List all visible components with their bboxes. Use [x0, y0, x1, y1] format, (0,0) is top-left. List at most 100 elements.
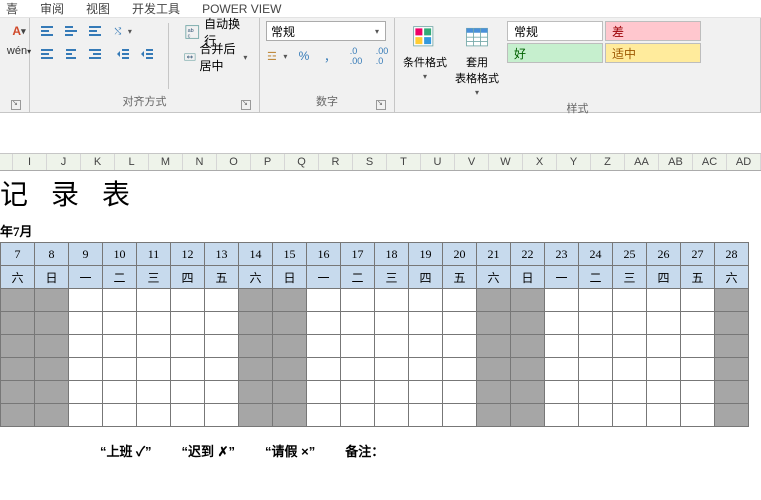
attendance-cell[interactable] [205, 404, 239, 427]
attendance-cell[interactable] [137, 312, 171, 335]
attendance-cell[interactable] [545, 404, 579, 427]
column-header[interactable]: Q [285, 154, 319, 170]
attendance-cell[interactable] [307, 381, 341, 404]
attendance-cell[interactable] [273, 381, 307, 404]
attendance-cell[interactable] [307, 358, 341, 381]
attendance-cell[interactable] [613, 404, 647, 427]
attendance-cell[interactable] [647, 312, 681, 335]
attendance-cell[interactable] [647, 335, 681, 358]
attendance-cell[interactable] [103, 312, 137, 335]
attendance-cell[interactable] [681, 335, 715, 358]
attendance-cell[interactable] [375, 335, 409, 358]
attendance-cell[interactable] [545, 289, 579, 312]
column-header[interactable]: P [251, 154, 285, 170]
attendance-cell[interactable] [341, 358, 375, 381]
attendance-cell[interactable] [647, 404, 681, 427]
attendance-cell[interactable] [239, 289, 273, 312]
attendance-cell[interactable] [579, 381, 613, 404]
attendance-cell[interactable] [69, 335, 103, 358]
attendance-cell[interactable] [409, 312, 443, 335]
format-as-table-button[interactable]: 套用 表格格式▾ [453, 21, 501, 98]
attendance-cell[interactable] [477, 335, 511, 358]
column-header[interactable]: Z [591, 154, 625, 170]
attendance-cell[interactable] [681, 381, 715, 404]
attendance-cell[interactable] [171, 358, 205, 381]
font-color-button[interactable]: A▾ [6, 21, 32, 41]
attendance-cell[interactable] [273, 358, 307, 381]
menu-item[interactable]: POWER VIEW [202, 2, 281, 16]
dialog-launcher[interactable] [241, 100, 251, 110]
cell-style-neutral[interactable]: 适中 [605, 43, 701, 63]
column-header[interactable]: I [13, 154, 47, 170]
attendance-cell[interactable] [715, 404, 749, 427]
attendance-cell[interactable] [1, 312, 35, 335]
attendance-cell[interactable] [103, 404, 137, 427]
attendance-cell[interactable] [477, 381, 511, 404]
attendance-cell[interactable] [239, 335, 273, 358]
attendance-cell[interactable] [273, 312, 307, 335]
number-format-combo[interactable]: 常规 ▾ [266, 21, 386, 41]
attendance-cell[interactable] [205, 289, 239, 312]
attendance-cell[interactable] [443, 404, 477, 427]
dialog-launcher[interactable] [376, 100, 386, 110]
attendance-cell[interactable] [69, 404, 103, 427]
attendance-cell[interactable] [1, 335, 35, 358]
attendance-cell[interactable] [273, 335, 307, 358]
attendance-cell[interactable] [579, 358, 613, 381]
attendance-cell[interactable] [511, 381, 545, 404]
attendance-cell[interactable] [613, 358, 647, 381]
attendance-cell[interactable] [409, 381, 443, 404]
attendance-cell[interactable] [307, 404, 341, 427]
attendance-cell[interactable] [239, 312, 273, 335]
attendance-cell[interactable] [511, 404, 545, 427]
attendance-cell[interactable] [103, 358, 137, 381]
decrease-indent-button[interactable] [112, 44, 134, 64]
attendance-cell[interactable] [341, 312, 375, 335]
attendance-cell[interactable] [443, 381, 477, 404]
attendance-cell[interactable] [35, 358, 69, 381]
attendance-cell[interactable] [307, 289, 341, 312]
column-header[interactable]: L [115, 154, 149, 170]
attendance-cell[interactable] [171, 289, 205, 312]
column-header[interactable]: AB [659, 154, 693, 170]
comma-button[interactable]: ， [318, 45, 342, 67]
attendance-cell[interactable] [1, 404, 35, 427]
column-header[interactable]: J [47, 154, 81, 170]
attendance-cell[interactable] [647, 381, 681, 404]
attendance-cell[interactable] [715, 335, 749, 358]
attendance-cell[interactable] [681, 404, 715, 427]
attendance-cell[interactable] [171, 381, 205, 404]
attendance-cell[interactable] [1, 289, 35, 312]
attendance-cell[interactable] [715, 312, 749, 335]
conditional-formatting-button[interactable]: 条件格式▾ [401, 21, 449, 82]
attendance-cell[interactable] [341, 404, 375, 427]
attendance-cell[interactable] [443, 289, 477, 312]
attendance-cell[interactable] [511, 358, 545, 381]
attendance-cell[interactable] [375, 381, 409, 404]
attendance-cell[interactable] [1, 381, 35, 404]
dialog-launcher[interactable] [11, 100, 21, 110]
column-header[interactable]: N [183, 154, 217, 170]
attendance-cell[interactable] [443, 335, 477, 358]
attendance-cell[interactable] [409, 335, 443, 358]
attendance-cell[interactable] [545, 312, 579, 335]
column-header[interactable]: U [421, 154, 455, 170]
attendance-cell[interactable] [375, 358, 409, 381]
column-header[interactable]: AA [625, 154, 659, 170]
accounting-format-button[interactable]: ☲▾ [266, 45, 290, 67]
attendance-cell[interactable] [681, 289, 715, 312]
attendance-cell[interactable] [239, 381, 273, 404]
attendance-cell[interactable] [69, 312, 103, 335]
attendance-cell[interactable] [137, 289, 171, 312]
attendance-cell[interactable] [681, 312, 715, 335]
attendance-cell[interactable] [239, 358, 273, 381]
attendance-cell[interactable] [443, 358, 477, 381]
attendance-cell[interactable] [579, 335, 613, 358]
attendance-cell[interactable] [69, 289, 103, 312]
attendance-cell[interactable] [307, 335, 341, 358]
attendance-cell[interactable] [103, 381, 137, 404]
attendance-cell[interactable] [613, 335, 647, 358]
attendance-cell[interactable] [579, 289, 613, 312]
menu-item[interactable]: 视图 [86, 0, 110, 17]
phonetic-guide-button[interactable]: wén▾ [6, 41, 32, 61]
